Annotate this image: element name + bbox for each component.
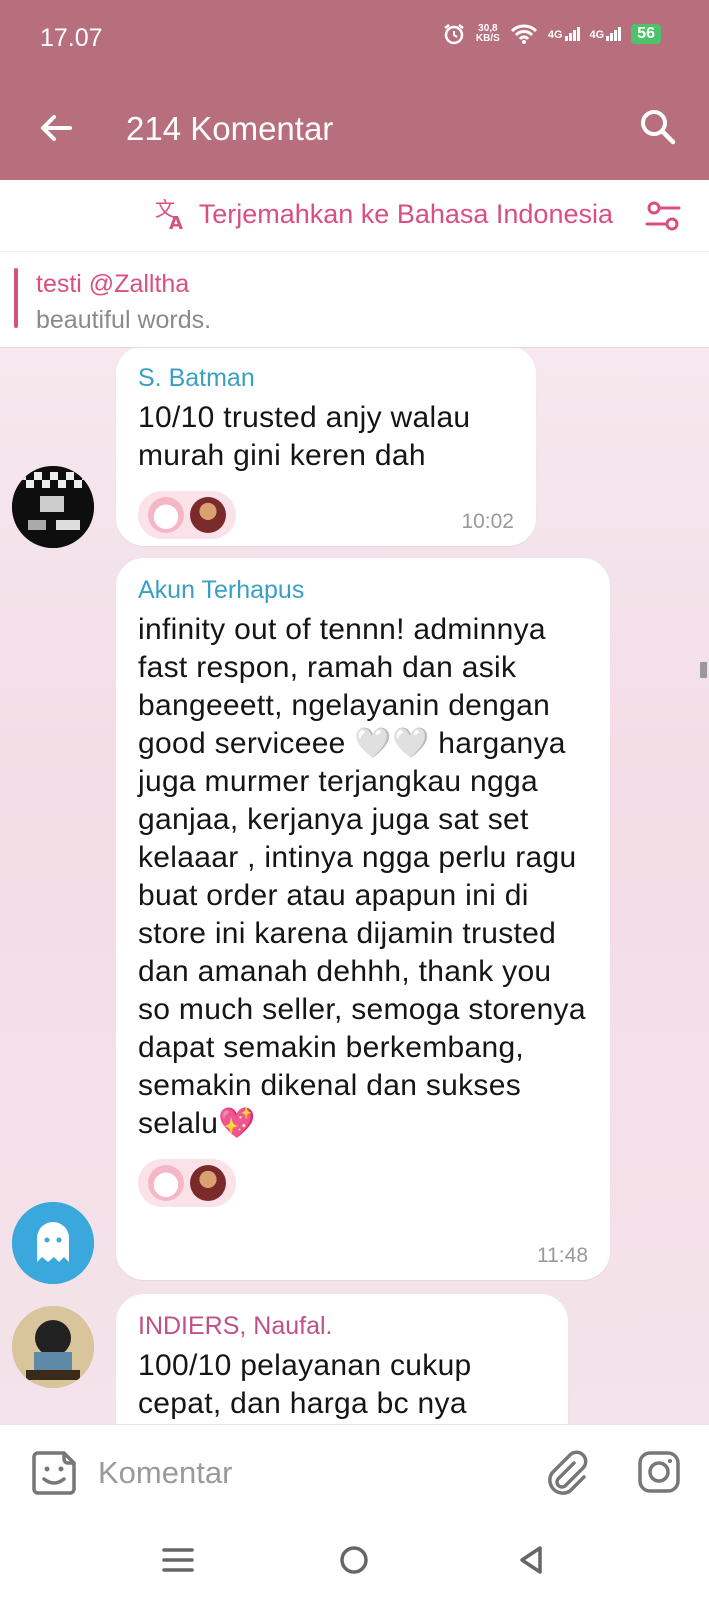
comment-bubble[interactable]: S. Batman 10/10 trusted anjy walau murah… bbox=[116, 348, 536, 546]
pinned-text: beautiful words. bbox=[36, 306, 212, 334]
avatar-s-batman[interactable] bbox=[12, 466, 94, 548]
pinned-accent-bar bbox=[14, 268, 18, 328]
status-bar: 17.07 30,8 KB/S 4G 4G 56 bbox=[0, 0, 709, 80]
avatar-image bbox=[12, 1306, 94, 1388]
translate-label: Terjemahkan ke Bahasa Indonesia bbox=[198, 198, 613, 229]
avatar-indiers[interactable] bbox=[12, 1306, 94, 1388]
translate-bar: 文 A Terjemahkan ke Bahasa Indonesia bbox=[0, 180, 709, 252]
reaction-sticker-icon bbox=[148, 497, 184, 533]
reaction-sticker-icon bbox=[148, 1165, 184, 1201]
comment-author[interactable]: Akun Terhapus bbox=[138, 576, 588, 605]
comment-bubble[interactable]: Akun Terhapus infinity out of tennn! adm… bbox=[116, 558, 610, 1280]
tune-icon[interactable] bbox=[643, 198, 683, 234]
page-title: 214 Komentar bbox=[126, 110, 334, 147]
comment-list[interactable]: S. Batman 10/10 trusted anjy walau murah… bbox=[0, 348, 709, 1424]
comment-time: 11:48 bbox=[537, 1244, 588, 1267]
reaction-avatar bbox=[190, 497, 226, 533]
status-icons: 30,8 KB/S 4G 4G 56 bbox=[442, 22, 661, 46]
back-arrow-icon[interactable] bbox=[36, 108, 76, 148]
wifi-icon bbox=[510, 24, 537, 44]
comment-text: 10/10 trusted anjy walau murah gini kere… bbox=[138, 401, 471, 472]
svg-text:A: A bbox=[169, 213, 183, 232]
comment-time: 10:02 bbox=[461, 510, 514, 533]
translate-icon: 文 A bbox=[155, 197, 183, 232]
signal-icon: 4G bbox=[548, 27, 580, 41]
translate-button[interactable]: 文 A Terjemahkan ke Bahasa Indonesia bbox=[153, 196, 613, 232]
search-icon[interactable] bbox=[637, 106, 679, 148]
comment-author[interactable]: S. Batman bbox=[138, 364, 514, 393]
avatar-image bbox=[12, 466, 94, 548]
reaction-avatar bbox=[190, 1165, 226, 1201]
system-nav-bar bbox=[0, 1520, 709, 1600]
network-speed: 30,8 KB/S bbox=[475, 23, 500, 44]
reaction-bar[interactable] bbox=[138, 1159, 236, 1207]
paperclip-icon[interactable] bbox=[544, 1449, 590, 1495]
signal-icon-2: 4G bbox=[590, 27, 622, 41]
home-icon[interactable] bbox=[334, 1540, 374, 1580]
instagram-icon[interactable] bbox=[636, 1449, 682, 1495]
status-time: 17.07 bbox=[40, 24, 103, 52]
back-nav-icon[interactable] bbox=[512, 1540, 552, 1580]
ghost-icon bbox=[12, 1202, 94, 1284]
comment-composer bbox=[0, 1424, 709, 1520]
reaction-bar[interactable] bbox=[138, 491, 236, 539]
avatar-deleted-account[interactable] bbox=[12, 1202, 94, 1284]
sticker-icon[interactable] bbox=[30, 1449, 78, 1497]
comment-bubble[interactable]: INDIERS, Naufal. 100/10 pelayanan cukup … bbox=[116, 1294, 568, 1424]
comment-text: 100/10 pelayanan cukup cepat, dan harga … bbox=[138, 1349, 472, 1420]
recents-icon[interactable] bbox=[158, 1540, 198, 1580]
comment-input[interactable] bbox=[98, 1445, 518, 1501]
scrollbar-thumb[interactable] bbox=[700, 662, 707, 678]
pinned-message[interactable]: testi @Zalltha beautiful words. bbox=[0, 252, 709, 348]
battery-icon: 56 bbox=[631, 24, 661, 44]
comment-author[interactable]: INDIERS, Naufal. bbox=[138, 1312, 546, 1341]
comment-text: infinity out of tennn! adminnya fast res… bbox=[138, 613, 586, 1140]
app-bar: 214 Komentar bbox=[0, 80, 709, 180]
alarm-icon bbox=[444, 24, 464, 45]
pinned-title: testi @Zalltha bbox=[36, 270, 190, 298]
